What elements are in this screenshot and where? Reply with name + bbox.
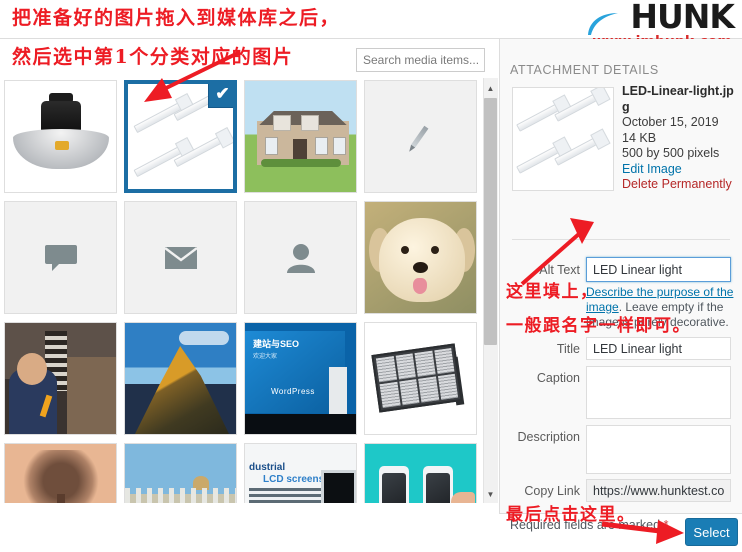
alt-text-label: Alt Text — [539, 263, 580, 277]
select-button[interactable]: Select — [685, 518, 738, 546]
title-input[interactable] — [586, 337, 731, 360]
caption-textarea[interactable] — [586, 366, 731, 419]
media-item-comment-placeholder[interactable] — [4, 201, 117, 314]
person-icon — [245, 202, 356, 313]
alt-text-input[interactable] — [586, 257, 731, 282]
logo-swoosh-icon — [587, 12, 619, 36]
envelope-icon — [125, 202, 236, 313]
media-grid-region: ✔ 建站与SEO 欢迎大家 WordPress dustrial LCD scr… — [0, 78, 498, 503]
media-item-puppy-photo[interactable] — [364, 201, 477, 314]
thumbnail-image — [5, 323, 116, 434]
copy-link-input[interactable] — [586, 479, 731, 502]
pencil-icon — [365, 81, 476, 192]
annotation-same-as-name: 一般跟名字一样即可。 — [506, 316, 691, 336]
selected-check-icon[interactable]: ✔ — [208, 84, 233, 108]
slide-brand: WordPress — [271, 387, 315, 396]
thumbnail-image — [5, 444, 116, 503]
attachment-filename: LED-Linear-light.jpg — [622, 84, 734, 114]
thumbnail-image — [245, 81, 356, 192]
graphic-line-1: dustrial — [249, 462, 286, 473]
panel-divider — [512, 239, 730, 240]
thumbnail-image — [125, 323, 236, 434]
media-item-sunset-tree-photo[interactable] — [4, 443, 117, 503]
scroll-up-arrow-icon[interactable]: ▲ — [483, 80, 498, 97]
media-item-led-linear-light[interactable]: ✔ — [124, 80, 237, 193]
thumbnail-image — [365, 202, 476, 313]
required-asterisk: * — [663, 518, 669, 532]
slide-subtitle: 欢迎大家 — [253, 354, 278, 360]
slide-title: 建站与SEO — [253, 339, 300, 349]
thumbnail-image — [365, 323, 476, 434]
caption-label: Caption — [536, 371, 580, 385]
attachment-preview-thumbnail[interactable] — [512, 87, 614, 191]
edit-image-link[interactable]: Edit Image — [622, 162, 740, 178]
attachment-filesize: 14 KB — [622, 130, 657, 145]
logo-wordmark: HUNK — [630, 0, 735, 36]
delete-permanently-link[interactable]: Delete Permanently — [622, 177, 740, 193]
attachment-dimensions: 500 by 500 pixels — [622, 146, 720, 160]
media-item-envelope-placeholder[interactable] — [124, 201, 237, 314]
media-grid: ✔ 建站与SEO 欢迎大家 WordPress dustrial LCD scr… — [4, 80, 478, 503]
media-item-led-flood-light[interactable] — [364, 322, 477, 435]
media-item-fence-photo[interactable] — [124, 443, 237, 503]
annotation-drag-images: 把准备好的图片拖入到媒体库之后， — [12, 7, 341, 29]
attachment-details-panel: ATTACHMENT DETAILS LED-Linear-light.jpg … — [499, 39, 742, 532]
search-input[interactable] — [356, 48, 485, 72]
scroll-down-arrow-icon[interactable]: ▼ — [483, 486, 498, 503]
media-item-phones-photo[interactable] — [364, 443, 477, 503]
thumbnail-image — [125, 444, 236, 503]
media-item-speaker-photo[interactable] — [4, 322, 117, 435]
media-item-led-high-bay-light[interactable] — [4, 80, 117, 193]
copy-link-label: Copy Link — [524, 484, 580, 498]
media-grid-scrollbar-thumb[interactable] — [484, 98, 497, 345]
media-item-house-photo[interactable] — [244, 80, 357, 193]
graphic-line-2: LCD screens — [263, 474, 325, 485]
media-item-pencil-placeholder[interactable] — [364, 80, 477, 193]
thumbnail-image — [5, 81, 116, 192]
attachment-metadata: LED-Linear-light.jpg October 15, 2019 14… — [622, 84, 740, 193]
media-item-wordpress-seo-talk-photo[interactable]: 建站与SEO 欢迎大家 WordPress — [244, 322, 357, 435]
attachment-date: October 15, 2019 — [622, 115, 719, 129]
thumbnail-image — [365, 444, 476, 503]
thumbnail-image: 建站与SEO 欢迎大家 WordPress — [245, 323, 356, 434]
annotation-select-first-image: 然后选中第1个分类对应的图片 — [12, 46, 294, 68]
annotation-click-here-last: 最后点击这里。 — [506, 505, 636, 525]
thumbnail-image: dustrial LCD screens — [245, 444, 356, 503]
comment-icon — [5, 202, 116, 313]
title-label: Title — [556, 342, 580, 356]
annotation-fill-here: 这里填上， — [506, 282, 599, 302]
media-library-modal: HUNK www.imhunk.com ✔ — [0, 0, 742, 552]
media-item-industrial-lcd-screens-graphic[interactable]: dustrial LCD screens — [244, 443, 357, 503]
description-textarea[interactable] — [586, 425, 731, 474]
media-item-mountain-photo[interactable] — [124, 322, 237, 435]
panel-title: ATTACHMENT DETAILS — [510, 63, 659, 77]
media-item-person-placeholder[interactable] — [244, 201, 357, 314]
description-label: Description — [517, 430, 580, 444]
